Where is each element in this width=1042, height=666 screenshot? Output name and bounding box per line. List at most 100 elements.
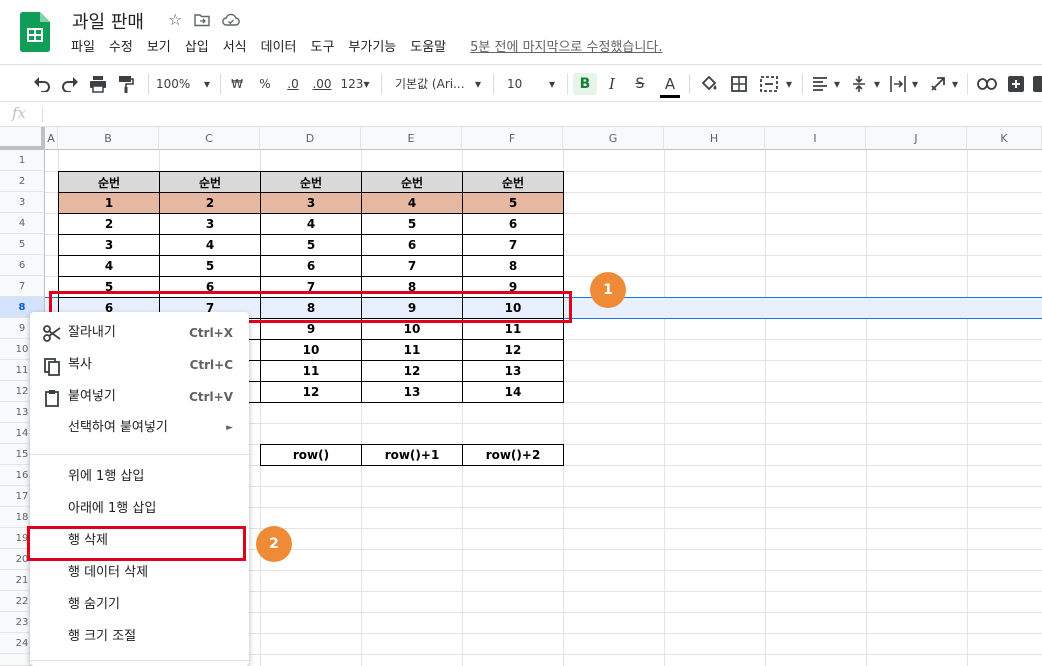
menu-item-paste-special[interactable]: 선택하여 붙여넣기 ► bbox=[30, 413, 249, 443]
row-header[interactable]: 5 bbox=[0, 234, 45, 255]
column-header-k[interactable]: K bbox=[967, 127, 1042, 150]
table-cell[interactable]: 6 bbox=[462, 213, 564, 235]
menu-item-hide-row[interactable]: 행 숨기기 bbox=[30, 590, 249, 620]
column-header-f[interactable]: F bbox=[462, 127, 563, 150]
chevron-down-icon[interactable]: ▾ bbox=[872, 73, 882, 95]
row-header[interactable]: 7 bbox=[0, 276, 45, 297]
table-header-cell[interactable]: 순번 bbox=[462, 171, 564, 193]
table-cell[interactable]: 6 bbox=[361, 234, 463, 256]
text-rotation-icon[interactable] bbox=[930, 75, 948, 93]
table-cell[interactable]: row() bbox=[260, 444, 362, 466]
fill-color-icon[interactable] bbox=[700, 75, 718, 93]
row-header[interactable]: 1 bbox=[0, 150, 45, 171]
insert-link-icon[interactable] bbox=[977, 78, 997, 90]
select-all-corner[interactable] bbox=[0, 127, 45, 150]
table-header-cell[interactable]: 순번 bbox=[58, 171, 160, 193]
table-cell[interactable]: 10 bbox=[260, 339, 362, 361]
star-icon[interactable]: ☆ bbox=[168, 10, 182, 29]
text-color-button[interactable]: A bbox=[658, 73, 682, 98]
menu-item-insert-above[interactable]: 위에 1행 삽입 bbox=[30, 462, 249, 492]
font-select[interactable]: 기본값 (Ari... ▾ bbox=[395, 73, 485, 95]
table-cell[interactable]: 3 bbox=[58, 234, 160, 256]
menu-insert[interactable]: 삽입 bbox=[178, 38, 216, 58]
table-header-cell[interactable]: 순번 bbox=[361, 171, 463, 193]
table-cell[interactable]: 3 bbox=[159, 213, 261, 235]
table-header-cell[interactable]: 순번 bbox=[260, 171, 362, 193]
menu-item-cut[interactable]: 잘라내기 Ctrl+X bbox=[30, 318, 249, 348]
sheets-logo-icon[interactable] bbox=[20, 12, 50, 52]
document-title[interactable]: 과일 판매 bbox=[72, 8, 144, 34]
menu-data[interactable]: 데이터 bbox=[254, 38, 304, 58]
menu-view[interactable]: 보기 bbox=[140, 38, 178, 58]
menu-item-copy[interactable]: 복사 Ctrl+C bbox=[30, 350, 249, 380]
table-cell[interactable]: 5 bbox=[462, 192, 564, 214]
horizontal-align-icon[interactable] bbox=[812, 77, 828, 91]
zoom-select[interactable]: 100% ▾ bbox=[156, 73, 212, 95]
last-edit-link[interactable]: 5분 전에 마지막으로 수정했습니다. bbox=[463, 38, 669, 58]
column-header-c[interactable]: C bbox=[159, 127, 260, 150]
insert-comment-icon[interactable] bbox=[1007, 75, 1025, 93]
table-header-cell[interactable]: 순번 bbox=[159, 171, 261, 193]
text-wrap-icon[interactable] bbox=[890, 75, 906, 93]
chevron-down-icon[interactable]: ▾ bbox=[950, 73, 960, 95]
table-cell[interactable]: 8 bbox=[462, 255, 564, 277]
row-header[interactable]: 4 bbox=[0, 213, 45, 234]
table-cell[interactable]: 5 bbox=[260, 234, 362, 256]
table-cell[interactable]: 5 bbox=[361, 213, 463, 235]
table-cell[interactable]: 11 bbox=[260, 360, 362, 382]
menu-item-clear-row[interactable]: 행 데이터 삭제 bbox=[30, 558, 249, 588]
column-header-e[interactable]: E bbox=[361, 127, 462, 150]
percent-button[interactable]: % bbox=[256, 73, 274, 95]
insert-chart-icon[interactable] bbox=[1032, 75, 1042, 93]
increase-decimal-button[interactable]: .00 bbox=[310, 73, 334, 95]
menu-edit[interactable]: 수정 bbox=[102, 38, 140, 58]
chevron-down-icon[interactable]: ▾ bbox=[910, 73, 920, 95]
currency-button[interactable]: ₩ bbox=[228, 73, 246, 95]
table-cell[interactable]: 6 bbox=[260, 255, 362, 277]
decrease-decimal-button[interactable]: .0 bbox=[282, 73, 304, 95]
paint-format-icon[interactable] bbox=[118, 75, 134, 93]
column-header-a[interactable]: A bbox=[45, 127, 58, 150]
table-cell[interactable]: 1 bbox=[58, 192, 160, 214]
table-cell[interactable]: 4 bbox=[260, 213, 362, 235]
table-cell[interactable]: 12 bbox=[462, 339, 564, 361]
table-cell[interactable]: 12 bbox=[260, 381, 362, 403]
print-icon[interactable] bbox=[89, 75, 107, 93]
table-cell[interactable]: 7 bbox=[361, 255, 463, 277]
table-cell[interactable]: 2 bbox=[159, 192, 261, 214]
table-cell[interactable]: 11 bbox=[361, 339, 463, 361]
table-cell[interactable]: 14 bbox=[462, 381, 564, 403]
font-size-select[interactable]: 10 ▾ bbox=[507, 73, 561, 95]
table-cell[interactable]: 13 bbox=[462, 360, 564, 382]
column-header-b[interactable]: B bbox=[58, 127, 159, 150]
menu-item-insert-below[interactable]: 아래에 1행 삽입 bbox=[30, 494, 249, 524]
chevron-down-icon[interactable]: ▾ bbox=[784, 73, 794, 95]
table-cell[interactable]: row()+2 bbox=[462, 444, 564, 466]
column-header-i[interactable]: I bbox=[765, 127, 866, 150]
table-cell[interactable]: 13 bbox=[361, 381, 463, 403]
row-header[interactable]: 3 bbox=[0, 192, 45, 213]
formula-bar[interactable]: fx bbox=[0, 102, 1042, 127]
column-header-h[interactable]: H bbox=[664, 127, 765, 150]
table-cell[interactable]: 3 bbox=[260, 192, 362, 214]
menu-item-resize-row[interactable]: 행 크기 조절 bbox=[30, 622, 249, 652]
more-formats-button[interactable]: 123▾ bbox=[338, 73, 372, 95]
italic-button[interactable]: I bbox=[602, 73, 622, 95]
table-cell[interactable]: 4 bbox=[159, 234, 261, 256]
table-cell[interactable]: 12 bbox=[361, 360, 463, 382]
borders-icon[interactable] bbox=[731, 76, 747, 92]
table-cell[interactable]: 7 bbox=[462, 234, 564, 256]
table-cell[interactable]: 4 bbox=[58, 255, 160, 277]
menu-format[interactable]: 서식 bbox=[216, 38, 254, 58]
table-cell[interactable]: 4 bbox=[361, 192, 463, 214]
cloud-status-icon[interactable] bbox=[222, 12, 241, 28]
strikethrough-button[interactable]: S bbox=[630, 73, 650, 95]
row-header[interactable]: 6 bbox=[0, 255, 45, 276]
column-header-d[interactable]: D bbox=[260, 127, 361, 150]
table-cell[interactable]: 5 bbox=[159, 255, 261, 277]
column-header-g[interactable]: G bbox=[563, 127, 664, 150]
table-cell[interactable]: 2 bbox=[58, 213, 160, 235]
merge-cells-icon[interactable] bbox=[760, 76, 778, 92]
bold-button[interactable]: B bbox=[573, 73, 597, 95]
chevron-down-icon[interactable]: ▾ bbox=[832, 73, 842, 95]
